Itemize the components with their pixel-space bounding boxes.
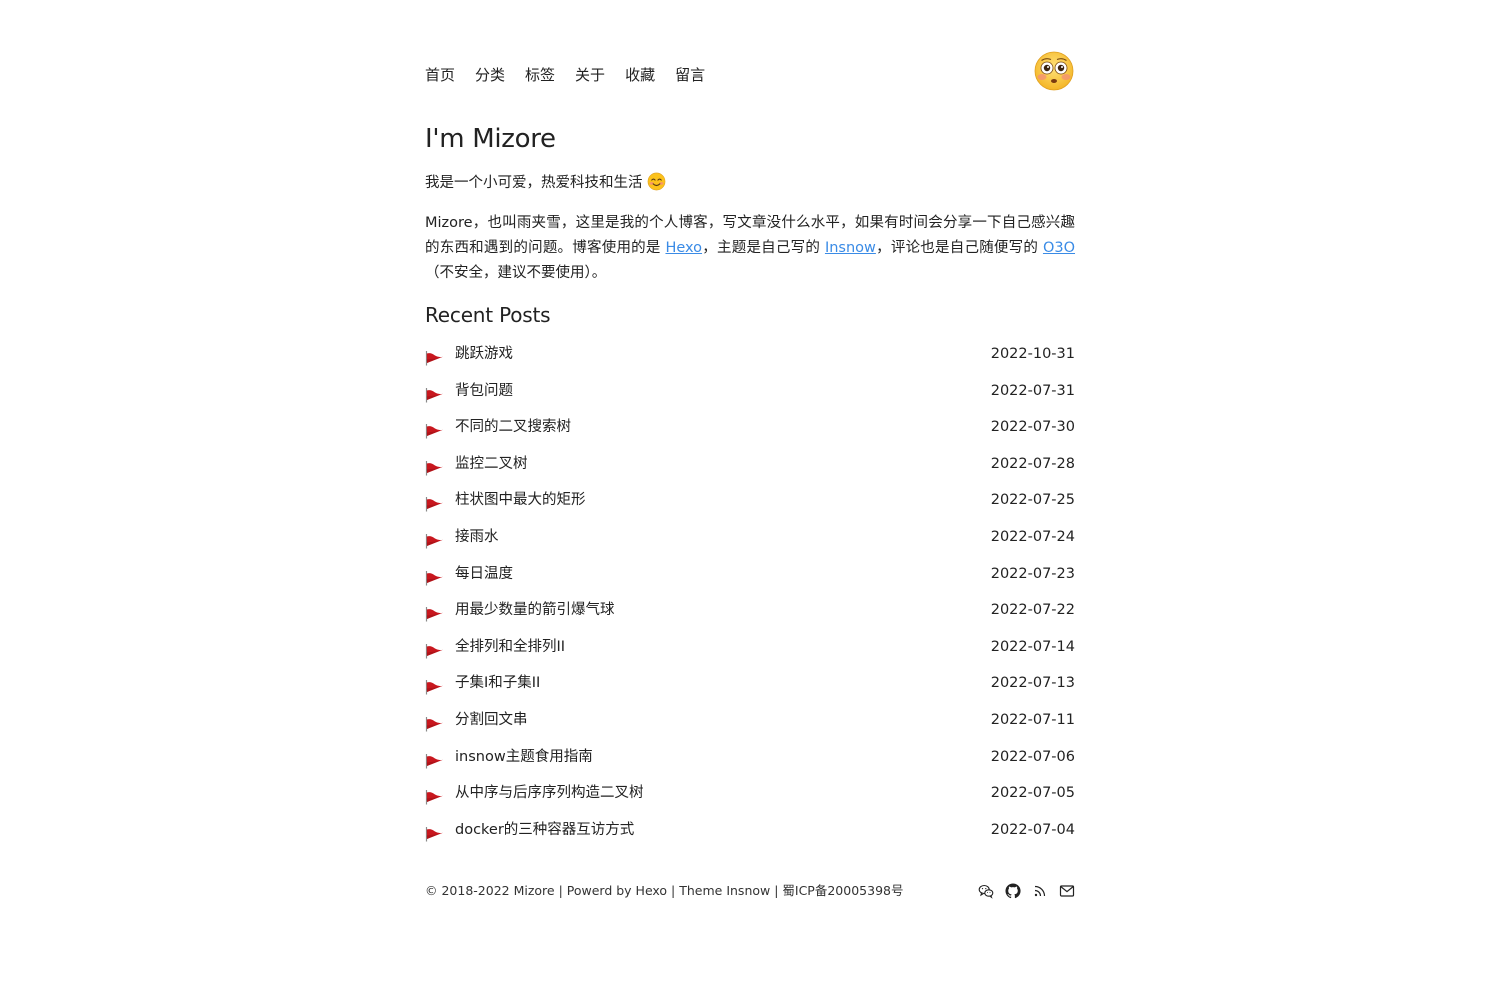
flag-icon bbox=[425, 497, 443, 512]
about-text-3: ，评论也是自己随便写的 bbox=[875, 240, 1043, 256]
page-title: I'm Mizore bbox=[425, 124, 556, 154]
post-date: 2022-07-24 bbox=[990, 528, 1075, 545]
avatar[interactable] bbox=[1033, 50, 1075, 92]
post-title[interactable]: 子集I和子集II bbox=[455, 672, 540, 694]
post-title[interactable]: 用最少数量的箭引爆气球 bbox=[455, 599, 615, 621]
hexo-link[interactable]: Hexo bbox=[665, 240, 702, 256]
post-item[interactable]: docker的三种容器互访方式 2022-07-04 bbox=[425, 814, 1075, 851]
post-item[interactable]: 分割回文串 2022-07-11 bbox=[425, 704, 1075, 741]
post-item[interactable]: 跳跃游戏 2022-10-31 bbox=[425, 338, 1075, 375]
post-item[interactable]: 子集I和子集II 2022-07-13 bbox=[425, 667, 1075, 704]
post-title[interactable]: 监控二叉树 bbox=[455, 453, 528, 475]
insnow-link[interactable]: Insnow bbox=[825, 240, 876, 256]
post-item[interactable]: insnow主题食用指南 2022-07-06 bbox=[425, 741, 1075, 778]
about-text-4: （不安全，建议不要使用）。 bbox=[425, 265, 607, 281]
post-title[interactable]: 不同的二叉搜索树 bbox=[455, 416, 571, 438]
post-item[interactable]: 用最少数量的箭引爆气球 2022-07-22 bbox=[425, 594, 1075, 631]
flag-icon bbox=[425, 680, 443, 695]
flag-icon bbox=[425, 387, 443, 403]
nav-tags[interactable]: 标签 bbox=[525, 64, 555, 86]
post-title[interactable]: 接雨水 bbox=[455, 526, 499, 548]
flag-icon bbox=[425, 533, 443, 549]
post-date: 2022-07-04 bbox=[990, 821, 1075, 838]
post-title[interactable]: docker的三种容器互访方式 bbox=[455, 819, 634, 841]
recent-posts-list: 跳跃游戏 2022-10-31 背包问题 2022-07-31 不同的二叉搜索树 2022… bbox=[425, 338, 1075, 850]
post-date: 2022-07-05 bbox=[990, 785, 1075, 802]
post-date: 2022-07-11 bbox=[990, 711, 1075, 728]
tagline: 我是一个小可爱，热爱科技和生活 bbox=[425, 172, 666, 194]
flag-icon bbox=[425, 826, 443, 842]
main-nav: 首页 分类 标签 关于 收藏 留言 bbox=[425, 64, 725, 86]
post-title[interactable]: 跳跃游戏 bbox=[455, 343, 513, 365]
post-date: 2022-07-06 bbox=[990, 748, 1075, 765]
post-title[interactable]: 从中序与后序序列构造二叉树 bbox=[455, 782, 644, 804]
flag-icon bbox=[425, 607, 443, 622]
page-container: 首页 分类 标签 关于 收藏 留言 I'm Mizore 我是一个小可爱，热爱科… bbox=[425, 0, 1075, 899]
post-item[interactable]: 全排列和全排列II 2022-07-14 bbox=[425, 631, 1075, 668]
post-item[interactable]: 背包问题 2022-07-31 bbox=[425, 375, 1075, 412]
flag-icon bbox=[425, 351, 443, 366]
nav-favorites[interactable]: 收藏 bbox=[625, 64, 655, 86]
smile-icon bbox=[647, 172, 665, 191]
nav-categories[interactable]: 分类 bbox=[475, 64, 505, 86]
post-date: 2022-07-25 bbox=[990, 492, 1075, 509]
post-item[interactable]: 接雨水 2022-07-24 bbox=[425, 521, 1075, 558]
flag-icon bbox=[425, 643, 443, 659]
footer: © 2018-2022 Mizore | Powerd by Hexo | Th… bbox=[425, 880, 1075, 902]
post-date: 2022-07-13 bbox=[990, 675, 1075, 692]
flag-icon bbox=[425, 424, 443, 439]
nav-home[interactable]: 首页 bbox=[425, 64, 455, 86]
tagline-text: 我是一个小可爱，热爱科技和生活 bbox=[425, 175, 643, 191]
post-title[interactable]: 柱状图中最大的矩形 bbox=[455, 489, 586, 511]
post-date: 2022-07-31 bbox=[990, 382, 1075, 399]
post-item[interactable]: 每日温度 2022-07-23 bbox=[425, 558, 1075, 595]
rss-icon[interactable] bbox=[1032, 883, 1048, 899]
post-item[interactable]: 不同的二叉搜索树 2022-07-30 bbox=[425, 411, 1075, 448]
post-date: 2022-07-22 bbox=[990, 602, 1075, 619]
post-title[interactable]: 背包问题 bbox=[455, 380, 513, 402]
flag-icon bbox=[425, 460, 443, 476]
flag-icon bbox=[425, 716, 443, 732]
post-date: 2022-07-28 bbox=[990, 455, 1075, 472]
header: 首页 分类 标签 关于 收藏 留言 bbox=[425, 0, 1075, 110]
post-title[interactable]: 分割回文串 bbox=[455, 709, 528, 731]
mail-icon[interactable] bbox=[1059, 883, 1075, 899]
post-date: 2022-07-30 bbox=[990, 419, 1075, 436]
wechat-icon[interactable] bbox=[978, 883, 994, 899]
footer-copyright: © 2018-2022 Mizore | Powerd by Hexo | Th… bbox=[425, 883, 904, 898]
recent-posts-heading: Recent Posts bbox=[425, 303, 551, 327]
nav-guestbook[interactable]: 留言 bbox=[675, 64, 705, 86]
post-title[interactable]: 全排列和全排列II bbox=[455, 636, 565, 658]
github-icon[interactable] bbox=[1005, 883, 1021, 899]
post-item[interactable]: 监控二叉树 2022-07-28 bbox=[425, 448, 1075, 485]
about-text-2: ，主题是自己写的 bbox=[702, 240, 825, 256]
post-item[interactable]: 从中序与后序序列构造二叉树 2022-07-05 bbox=[425, 777, 1075, 814]
o3o-link[interactable]: O3O bbox=[1043, 240, 1075, 256]
footer-social-icons bbox=[978, 883, 1075, 899]
post-date: 2022-07-23 bbox=[990, 565, 1075, 582]
flag-icon bbox=[425, 753, 443, 769]
post-item[interactable]: 柱状图中最大的矩形 2022-07-25 bbox=[425, 484, 1075, 521]
nav-about[interactable]: 关于 bbox=[575, 64, 605, 86]
flag-icon bbox=[425, 570, 443, 586]
post-date: 2022-10-31 bbox=[990, 346, 1075, 362]
post-title[interactable]: insnow主题食用指南 bbox=[455, 746, 593, 768]
flag-icon bbox=[425, 790, 443, 805]
post-title[interactable]: 每日温度 bbox=[455, 563, 513, 585]
about-paragraph: Mizore，也叫雨夹雪，这里是我的个人博客，写文章没什么水平，如果有时间会分享… bbox=[425, 211, 1075, 286]
post-date: 2022-07-14 bbox=[990, 638, 1075, 655]
